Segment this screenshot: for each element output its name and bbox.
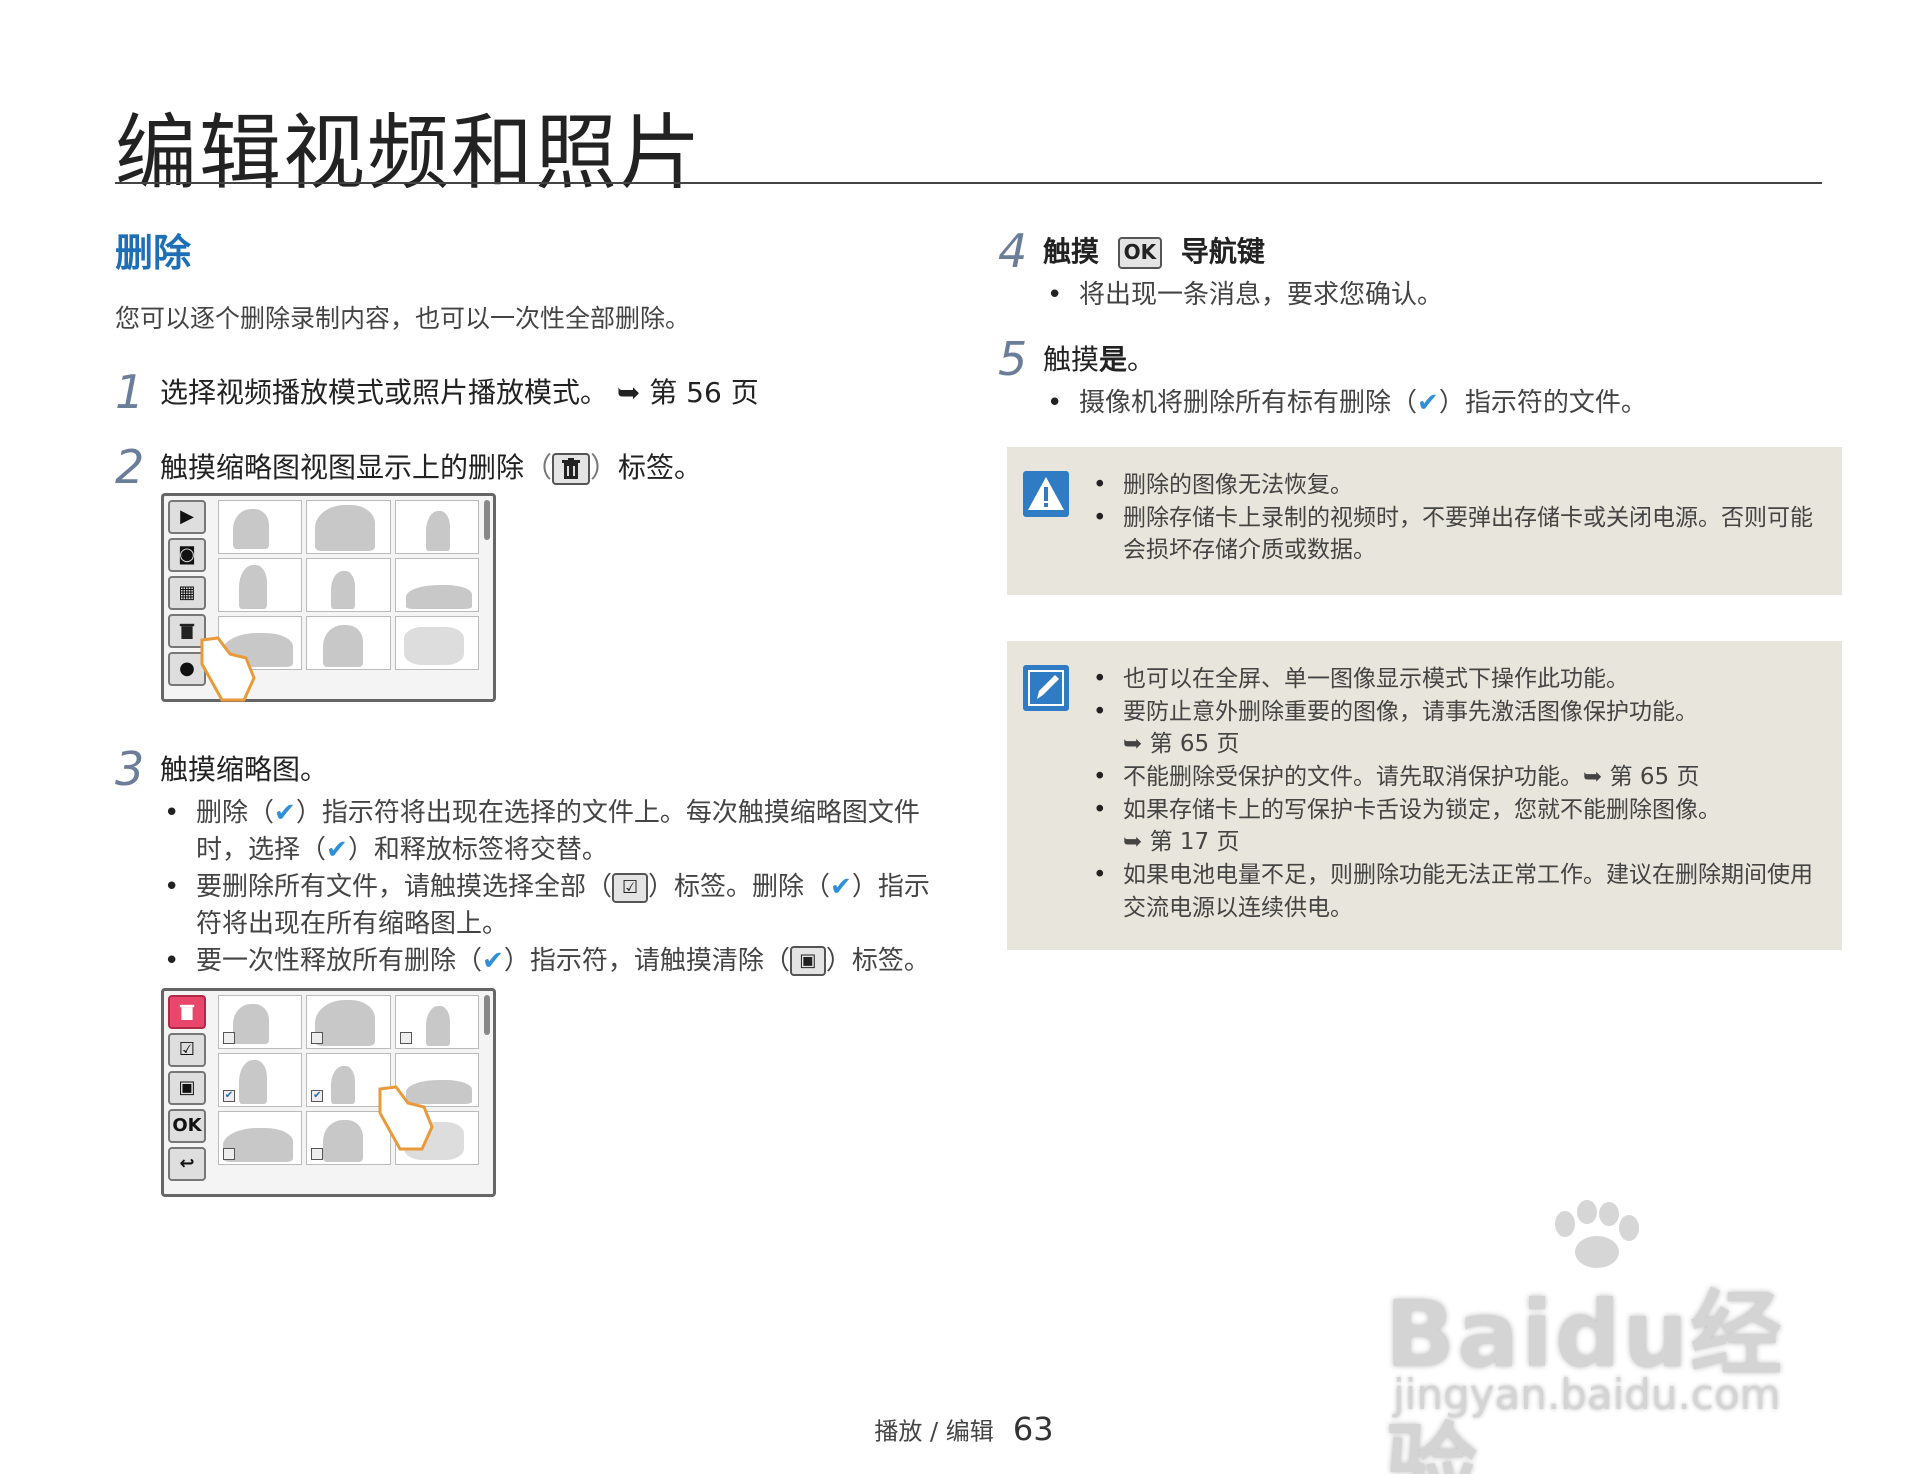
list-item: 摄像机将删除所有标有删除（✔）指示符的文件。 xyxy=(1043,385,1824,422)
checkbox-icon[interactable] xyxy=(311,1148,324,1160)
page-reference: ➥ 第 65 页 xyxy=(1123,731,1240,758)
list-item: 要防止意外删除重要的图像，请事先激活图像保护功能。➥ 第 65 页 xyxy=(1089,696,1818,761)
step-number: 3 xyxy=(115,742,145,796)
thumbnail[interactable] xyxy=(306,995,391,1049)
step-number: 2 xyxy=(115,440,145,495)
clear-selection-icon: ▣ xyxy=(789,946,826,977)
list-item: 要一次性释放所有删除（✔）指示符，请触摸清除（▣）标签。 xyxy=(160,943,945,980)
video-mode-icon[interactable]: ▶ xyxy=(168,500,206,534)
touch-hand-icon xyxy=(378,1085,434,1151)
list-item: 也可以在全屏、单一图像显示模式下操作此功能。 xyxy=(1089,663,1818,696)
step-number: 5 xyxy=(998,332,1028,387)
thumbnail-grid: ✔ ✔ xyxy=(218,995,479,1190)
right-column: 4 触摸 OK 导航键 将出现一条消息，要求您确认。 5 触摸是。 摄像机将删除… xyxy=(998,224,1824,422)
step-3-bullets: 删除（✔）指示符将出现在选择的文件上。每次触摸缩略图文件时，选择（✔）和释放标签… xyxy=(160,795,945,980)
list-item: 如果存储卡上的写保护卡舌设为锁定，您就不能删除图像。➥ 第 17 页 xyxy=(1089,794,1818,859)
thumbnail[interactable] xyxy=(394,616,479,670)
checkbox-checked-icon[interactable]: ✔ xyxy=(311,1090,324,1102)
note-box: 也可以在全屏、单一图像显示模式下操作此功能。 要防止意外删除重要的图像，请事先激… xyxy=(1007,641,1842,950)
checkmark-icon: ✔ xyxy=(326,835,348,866)
note-pencil-icon xyxy=(1023,665,1069,711)
step-1-text: 选择视频播放模式或照片播放模式。 xyxy=(160,376,609,409)
page-reference: ➥ 第 17 页 xyxy=(1123,829,1240,856)
step-1: 1 选择视频播放模式或照片播放模式。 ➥ 第 56 页 xyxy=(115,365,945,419)
checkmark-icon: ✔ xyxy=(482,945,504,976)
checkmark-icon: ✔ xyxy=(1417,388,1439,419)
warning-box: 删除的图像无法恢复。 删除存储卡上录制的视频时，不要弹出存储卡或关闭电源。否则可… xyxy=(1007,447,1842,595)
page-number: 63 xyxy=(1012,1410,1054,1448)
clear-button-icon[interactable]: ▣ xyxy=(168,1071,206,1105)
thumbnail[interactable] xyxy=(306,616,391,670)
delete-active-icon[interactable] xyxy=(168,995,206,1029)
grid-view-icon[interactable]: ▦ xyxy=(168,576,206,610)
checkmark-icon: ✔ xyxy=(274,798,296,829)
list-item: 删除（✔）指示符将出现在选择的文件上。每次触摸缩略图文件时，选择（✔）和释放标签… xyxy=(160,795,945,869)
baidu-watermark: Baidu经验 jingyan.baidu.com xyxy=(1385,1200,1845,1474)
thumbnail[interactable] xyxy=(218,558,303,612)
thumbnail[interactable] xyxy=(394,500,479,554)
checkbox-checked-icon[interactable]: ✔ xyxy=(223,1090,235,1102)
scrollbar[interactable] xyxy=(484,500,490,540)
thumbnail[interactable]: ✔ xyxy=(218,1053,303,1107)
step-5-bullets: 摄像机将删除所有标有删除（✔）指示符的文件。 xyxy=(1043,385,1824,422)
left-column-lower: 3 触摸缩略图。 删除（✔）指示符将出现在选择的文件上。每次触摸缩略图文件时，选… xyxy=(115,742,945,980)
step-number: 4 xyxy=(998,224,1028,278)
step-4-bullets: 将出现一条消息，要求您确认。 xyxy=(1043,277,1824,314)
list-item: 要删除所有文件，请触摸选择全部（☑）标签。删除（✔）指示符将出现在所有缩略图上。 xyxy=(160,869,945,943)
screen-sidebar: ☑ ▣ OK ↩ xyxy=(168,995,210,1185)
warning-list: 删除的图像无法恢复。 删除存储卡上录制的视频时，不要弹出存储卡或关闭电源。否则可… xyxy=(1089,469,1818,567)
warning-triangle-icon xyxy=(1023,471,1069,517)
back-icon[interactable]: ↩ xyxy=(168,1147,206,1181)
list-item: 如果电池电量不足，则删除功能无法正常工作。建议在删除期间使用交流电源以连续供电。 xyxy=(1089,859,1818,924)
checkbox-icon[interactable] xyxy=(399,1032,412,1044)
checkbox-icon[interactable] xyxy=(223,1148,235,1160)
ok-button[interactable]: OK xyxy=(168,1109,206,1143)
list-item: 将出现一条消息，要求您确认。 xyxy=(1043,277,1824,314)
thumbnail-screen-1: ▶ ◙ ▦ ● xyxy=(161,493,496,702)
thumbnail[interactable] xyxy=(218,1111,303,1165)
thumbnail-grid xyxy=(218,500,479,695)
checkmark-icon: ✔ xyxy=(830,872,852,902)
note-list: 也可以在全屏、单一图像显示模式下操作此功能。 要防止意外删除重要的图像，请事先激… xyxy=(1089,663,1818,924)
thumbnail[interactable] xyxy=(394,558,479,612)
checkbox-icon[interactable] xyxy=(311,1032,324,1044)
select-all-icon: ☑ xyxy=(612,872,649,903)
thumbnail[interactable] xyxy=(218,500,303,554)
thumbnail[interactable] xyxy=(306,500,391,554)
page-title: 编辑视频和照片 xyxy=(115,106,704,201)
thumbnail[interactable] xyxy=(306,558,391,612)
list-item: 删除存储卡上录制的视频时，不要弹出存储卡或关闭电源。否则可能会损坏存储介质或数据… xyxy=(1089,502,1818,567)
ok-key-icon: OK xyxy=(1117,237,1162,269)
left-column: 删除 您可以逐个删除录制内容，也可以一次性全部删除。 1 选择视频播放模式或照片… xyxy=(115,222,945,495)
photo-mode-icon[interactable]: ◙ xyxy=(168,538,206,572)
list-item: 不能删除受保护的文件。请先取消保护功能。➥ 第 65 页 xyxy=(1089,761,1818,794)
select-all-button-icon[interactable]: ☑ xyxy=(168,1033,206,1067)
step-2-text: 触摸缩略图视图显示上的删除 xyxy=(160,451,525,485)
section-heading: 删除 xyxy=(115,231,192,275)
section-intro: 您可以逐个删除录制内容，也可以一次性全部删除。 xyxy=(115,304,691,333)
checkbox-icon[interactable] xyxy=(223,1032,235,1044)
footer-section: 播放 / 编辑 xyxy=(874,1417,994,1446)
touch-hand-icon xyxy=(200,636,256,702)
thumbnail-screen-2: ☑ ▣ OK ↩ ✔ ✔ xyxy=(161,988,496,1197)
step-4: 4 触摸 OK 导航键 将出现一条消息，要求您确认。 xyxy=(998,224,1824,314)
page-footer: 播放 / 编辑 63 xyxy=(0,1410,1928,1448)
thumbnail[interactable] xyxy=(218,995,303,1049)
step-3: 3 触摸缩略图。 删除（✔）指示符将出现在选择的文件上。每次触摸缩略图文件时，选… xyxy=(115,742,945,980)
step-2-text-end: 标签。 xyxy=(618,451,703,485)
scrollbar[interactable] xyxy=(484,995,490,1035)
step-5: 5 触摸是。 摄像机将删除所有标有删除（✔）指示符的文件。 xyxy=(998,332,1824,422)
step-3-text: 触摸缩略图。 xyxy=(160,753,329,786)
step-2: 2 触摸缩略图视图显示上的删除（ ）标签。 xyxy=(115,440,703,495)
list-item: 删除的图像无法恢复。 xyxy=(1089,469,1818,502)
title-divider xyxy=(115,182,1822,184)
page-reference: ➥ 第 56 页 xyxy=(616,376,759,409)
trash-icon xyxy=(552,453,591,486)
step-number: 1 xyxy=(115,365,145,419)
thumbnail[interactable] xyxy=(394,995,479,1049)
